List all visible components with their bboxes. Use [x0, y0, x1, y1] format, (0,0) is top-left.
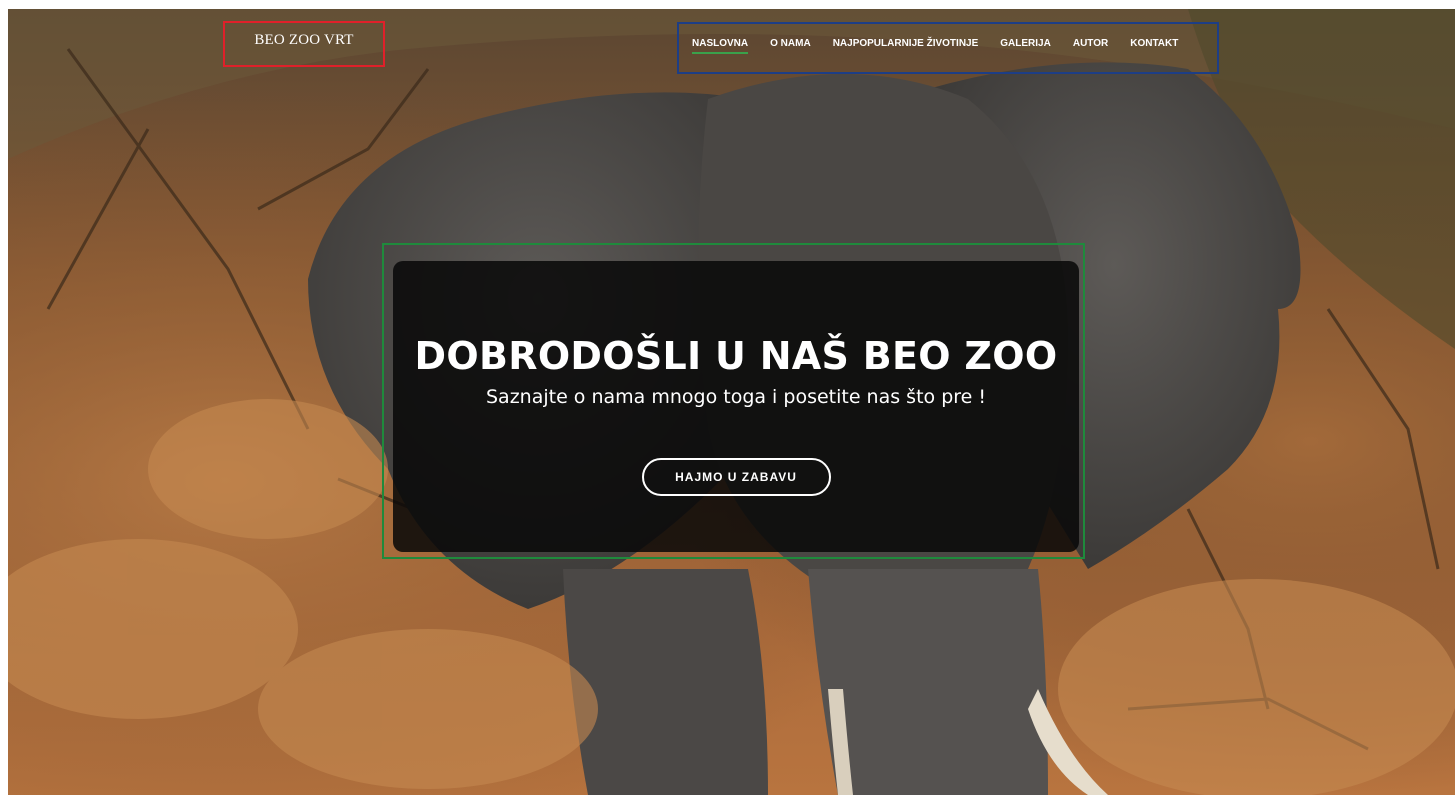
nav-item-naslovna[interactable]: NASLOVNA: [692, 38, 749, 54]
main-navigation: NASLOVNA O NAMA NAJPOPULARNIJE ŽIVOTINJE…: [677, 22, 1219, 74]
nav-item-autor[interactable]: AUTOR: [1073, 38, 1108, 49]
hero-title: DOBRODOŠLI U NAŠ BEO ZOO: [414, 334, 1058, 378]
nav-item-o-nama[interactable]: O NAMA: [770, 38, 811, 49]
nav-item-najpopularnije-zivotinje[interactable]: NAJPOPULARNIJE ŽIVOTINJE: [833, 38, 979, 49]
hero-subtitle: Saznajte o nama mnogo toga i posetite na…: [485, 386, 986, 408]
hero-cta-button[interactable]: HAJMO U ZABAVU: [641, 458, 831, 496]
nav-item-galerija[interactable]: GALERIJA: [1000, 38, 1051, 49]
logo[interactable]: BEO ZOO VRT: [223, 21, 385, 67]
page: BEO ZOO VRT NASLOVNA O NAMA NAJPOPULARNI…: [8, 9, 1455, 795]
nav-item-kontakt[interactable]: KONTAKT: [1130, 38, 1178, 49]
logo-text: BEO ZOO VRT: [254, 31, 354, 48]
hero-card: DOBRODOŠLI U NAŠ BEO ZOO Saznajte o nama…: [393, 261, 1079, 552]
